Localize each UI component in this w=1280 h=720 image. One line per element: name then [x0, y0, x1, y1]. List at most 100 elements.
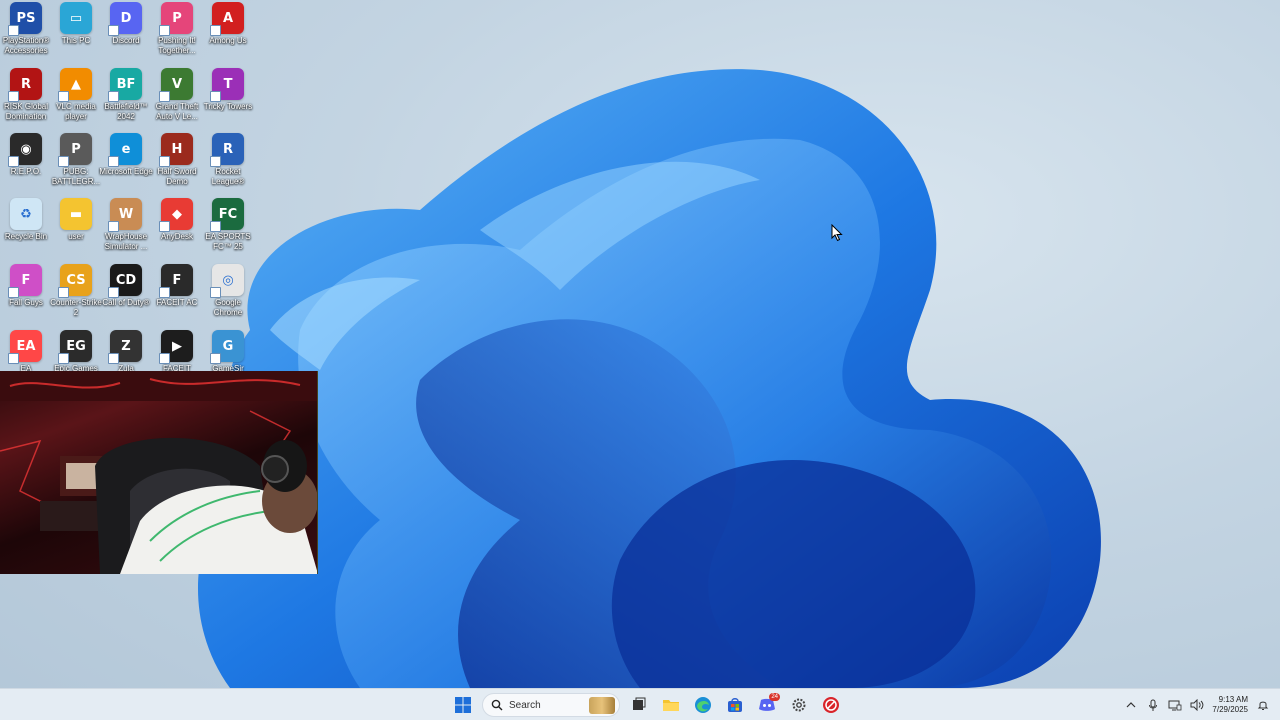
desktop-icon-label: WrapHouse Simulator ...: [104, 232, 148, 251]
app-icon: F: [159, 264, 193, 298]
app-icon: W: [108, 198, 142, 232]
desktop-icon[interactable]: ◆ AnyDesk: [151, 198, 203, 260]
app-icon: FC: [210, 198, 244, 232]
desktop-icon[interactable]: T Tricky Towers: [202, 68, 254, 130]
desktop-icon[interactable]: ▭ This PC: [50, 2, 102, 64]
desktop-icon[interactable]: ◎ Google Chrome: [202, 264, 254, 326]
app-icon: ▭: [60, 2, 92, 34]
desktop-icon-label: Half Sword Demo: [157, 167, 197, 186]
app-icon: EG: [58, 330, 92, 364]
app-icon: ◆: [159, 198, 193, 232]
app-icon: F: [8, 264, 42, 298]
desktop-icon[interactable]: ▲ VLC media player: [50, 68, 102, 130]
taskbar-apps: Search 24: [450, 689, 844, 720]
app-icon: ▬: [60, 198, 92, 230]
edge-icon[interactable]: [690, 692, 716, 718]
start-icon[interactable]: [450, 692, 476, 718]
game-app-icon[interactable]: [818, 692, 844, 718]
app-icon: ◎: [210, 264, 244, 298]
file-explorer-icon[interactable]: [658, 692, 684, 718]
volume-icon[interactable]: [1190, 698, 1204, 712]
app-icon: ▲: [58, 68, 92, 102]
desktop-icon[interactable]: ▬ user: [50, 198, 102, 260]
clock-time: 9:13 AM: [1218, 695, 1248, 704]
desktop-icon-label: Call of Duty®: [102, 298, 150, 307]
desktop-icon[interactable]: ▶ FACEIT: [151, 330, 203, 372]
desktop-icon-label: Among Us: [209, 36, 247, 45]
desktop-icon-label: Rocket League®: [211, 167, 245, 186]
network-icon[interactable]: [1168, 698, 1182, 712]
app-icon: D: [108, 2, 142, 36]
desktop-icon[interactable]: F Fall Guys: [0, 264, 52, 326]
desktop-icon[interactable]: A Among Us: [202, 2, 254, 64]
desktop-icon[interactable]: EA EA: [0, 330, 52, 372]
app-icon: A: [210, 2, 244, 36]
chevron-up-icon[interactable]: [1124, 698, 1138, 712]
desktop-icon-label: Tricky Towers: [203, 102, 253, 111]
search-icon: [491, 699, 503, 711]
mouse-cursor: [831, 224, 843, 242]
desktop-icon[interactable]: D Discord: [100, 2, 152, 64]
taskbar: Search 24 9:13 AM 7/29/2025: [0, 688, 1280, 720]
app-icon: CD: [108, 264, 142, 298]
app-icon: T: [210, 68, 244, 102]
desktop-icon[interactable]: Z Zula: [100, 330, 152, 372]
desktop-icon-label: Battlefield™ 2042: [104, 102, 148, 121]
system-tray: 9:13 AM 7/29/2025: [1124, 689, 1280, 720]
notification-bell-icon[interactable]: [1256, 698, 1270, 712]
app-icon: ◉: [8, 133, 42, 167]
settings-icon[interactable]: [786, 692, 812, 718]
desktop-icon[interactable]: V Grand Theft Auto V Le...: [151, 68, 203, 130]
desktop-icon[interactable]: W WrapHouse Simulator ...: [100, 198, 152, 260]
app-icon: ♻: [10, 198, 42, 230]
desktop-icon[interactable]: EG Epic Games: [50, 330, 102, 372]
desktop-icon[interactable]: CS Counter-Strike 2: [50, 264, 102, 326]
desktop-icon[interactable]: R Rocket League®: [202, 133, 254, 195]
app-icon: Z: [108, 330, 142, 364]
discord-icon[interactable]: 24: [754, 692, 780, 718]
app-icon: R: [210, 133, 244, 167]
app-icon: CS: [58, 264, 92, 298]
app-icon: BF: [108, 68, 142, 102]
app-icon: PS: [8, 2, 42, 36]
desktop-icon-label: Grand Theft Auto V Le...: [155, 102, 199, 121]
clock-date: 7/29/2025: [1212, 705, 1248, 714]
desktop-icon-label: PlayStation® Accessories: [2, 36, 50, 55]
desktop-icon[interactable]: P PUBG: BATTLEGR...: [50, 133, 102, 195]
app-icon: ▶: [159, 330, 193, 364]
store-icon[interactable]: [722, 692, 748, 718]
desktop-icon[interactable]: F FACEIT AC: [151, 264, 203, 326]
desktop-icon[interactable]: FC EA SPORTS FC™ 25: [202, 198, 254, 260]
desktop-icon[interactable]: ♻ Recycle Bin: [0, 198, 52, 260]
desktop-icon-label: user: [68, 232, 84, 241]
task-view-icon[interactable]: [626, 692, 652, 718]
desktop-icon-label: Pushing It! Together...: [158, 36, 196, 55]
desktop-icon[interactable]: CD Call of Duty®: [100, 264, 152, 326]
taskbar-search[interactable]: Search: [482, 693, 620, 717]
desktop-icon-label: This PC: [61, 36, 91, 45]
desktop-icon-label: Google Chrome: [213, 298, 243, 317]
desktop-icon-label: Discord: [112, 36, 140, 45]
desktop-icon-label: FACEIT AC: [156, 298, 198, 307]
desktop-icon-label: R.E.P.O.: [10, 167, 42, 176]
desktop-icon-label: AnyDesk: [160, 232, 193, 241]
app-icon: P: [58, 133, 92, 167]
desktop-icon[interactable]: ◉ R.E.P.O.: [0, 133, 52, 195]
desktop-icon[interactable]: R RISK Global Domination: [0, 68, 52, 130]
app-icon: R: [8, 68, 42, 102]
microphone-icon[interactable]: [1146, 698, 1160, 712]
desktop-icon-label: Counter-Strike 2: [50, 298, 102, 317]
app-icon: P: [159, 2, 193, 36]
desktop-icon[interactable]: G GameSir: [202, 330, 254, 372]
desktop-icon-label: EA SPORTS FC™ 25: [205, 232, 251, 251]
search-highlight-image: [589, 697, 615, 714]
desktop-icon[interactable]: H Half Sword Demo: [151, 133, 203, 195]
desktop-icon[interactable]: P Pushing It! Together...: [151, 2, 203, 64]
desktop-icon-label: Fall Guys: [9, 298, 43, 307]
desktop-icon[interactable]: PS PlayStation® Accessories: [0, 2, 52, 64]
clock[interactable]: 9:13 AM 7/29/2025: [1212, 695, 1248, 715]
desktop-icon[interactable]: BF Battlefield™ 2042: [100, 68, 152, 130]
webcam-feed: [0, 371, 317, 574]
desktop-icon[interactable]: e Microsoft Edge: [99, 133, 153, 195]
app-icon: V: [159, 68, 193, 102]
